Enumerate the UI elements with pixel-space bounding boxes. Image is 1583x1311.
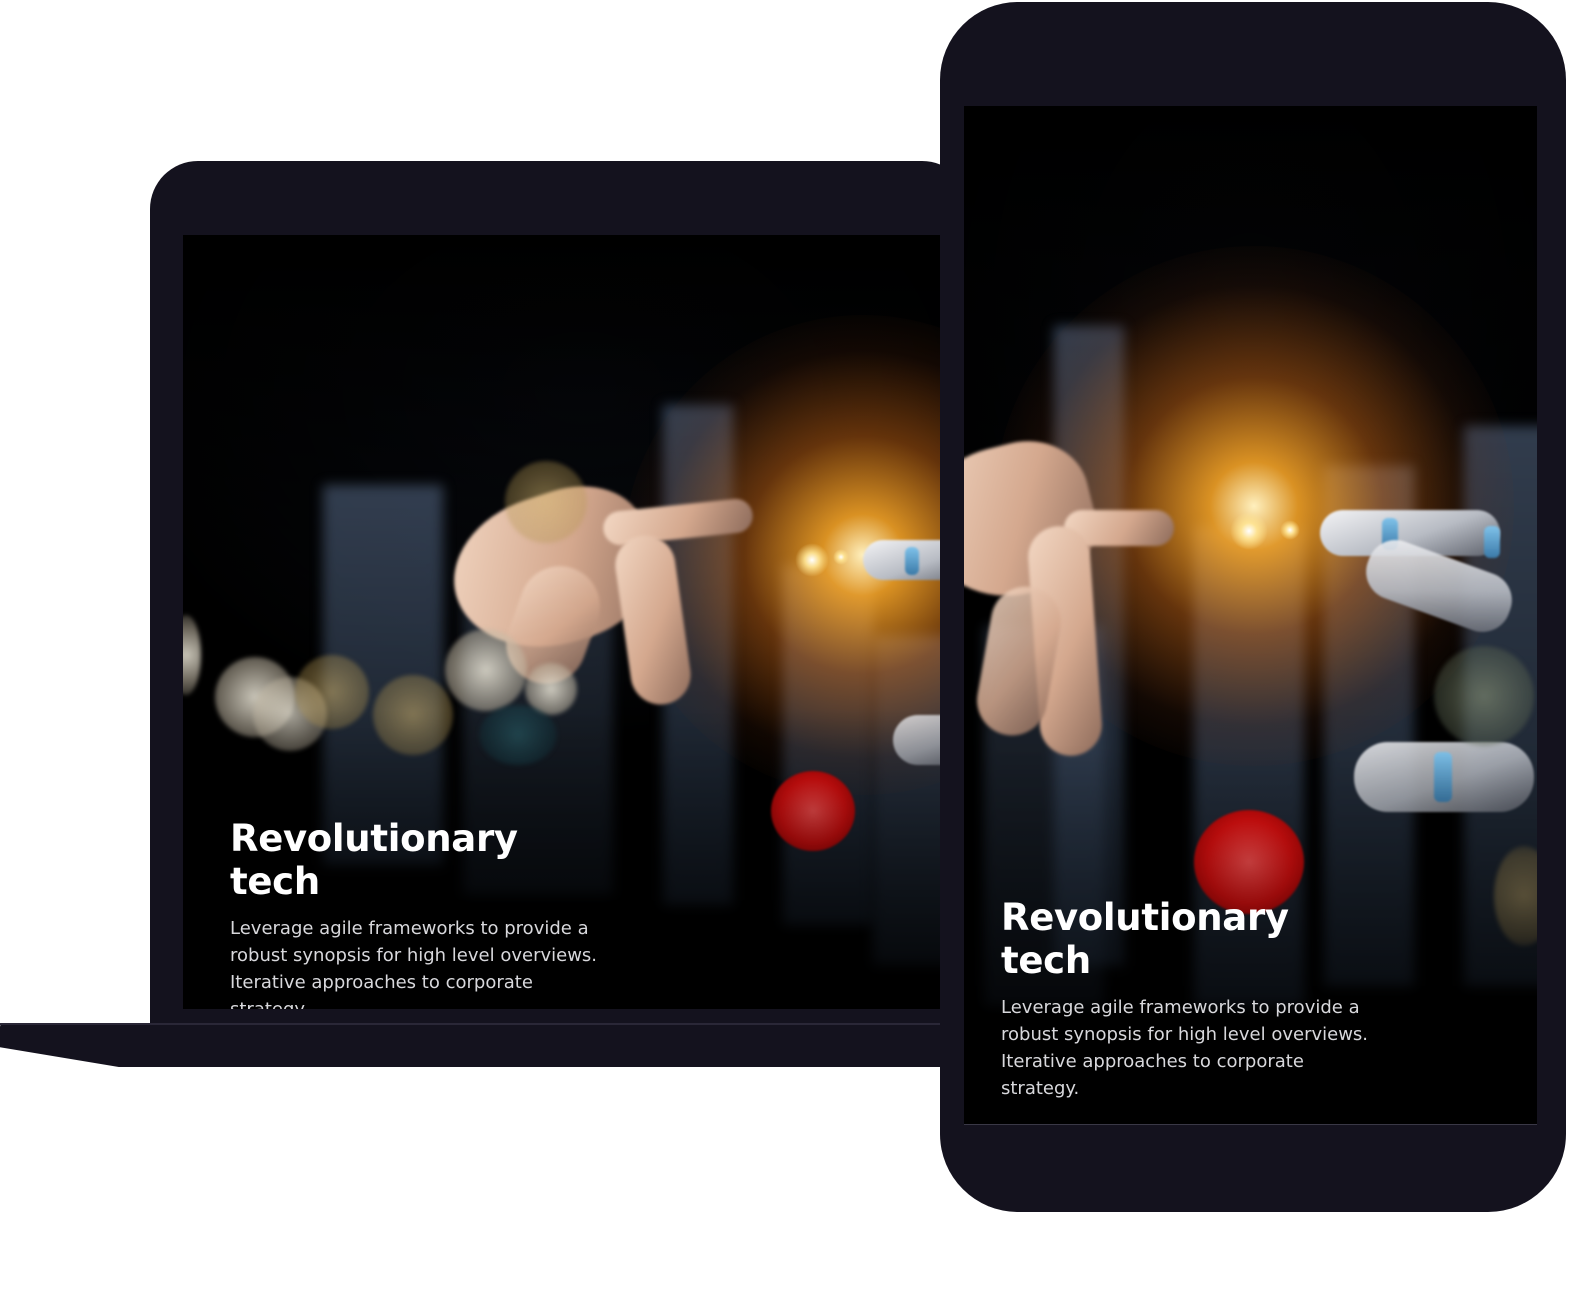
phone-title: Revolutionary tech [1001, 896, 1289, 982]
bokeh-light [445, 629, 527, 711]
laptop-description: Leverage agile frameworks to provide a r… [230, 918, 598, 1009]
light-spark [795, 543, 829, 577]
robot-joint [905, 547, 919, 575]
laptop-hinge [0, 1023, 990, 1025]
phone-screen: Revolutionary tech Leverage agile framew… [964, 106, 1537, 1125]
laptop-title: Revolutionary tech [230, 817, 518, 903]
bokeh-light [1434, 646, 1534, 746]
phone-caption: Revolutionary tech Leverage agile framew… [1001, 896, 1381, 1102]
laptop-caption: Revolutionary tech Leverage agile framew… [230, 817, 610, 1009]
bokeh-light [505, 461, 587, 543]
laptop-screen: Revolutionary tech Leverage agile framew… [183, 235, 983, 1009]
robot-joint [1484, 526, 1500, 558]
phone-description: Leverage agile frameworks to provide a r… [1001, 997, 1369, 1099]
bokeh-light [183, 615, 201, 695]
light-spark [1280, 520, 1300, 540]
light-spark [1230, 512, 1268, 550]
light-spark [833, 549, 849, 565]
laptop-base [0, 1023, 990, 1067]
